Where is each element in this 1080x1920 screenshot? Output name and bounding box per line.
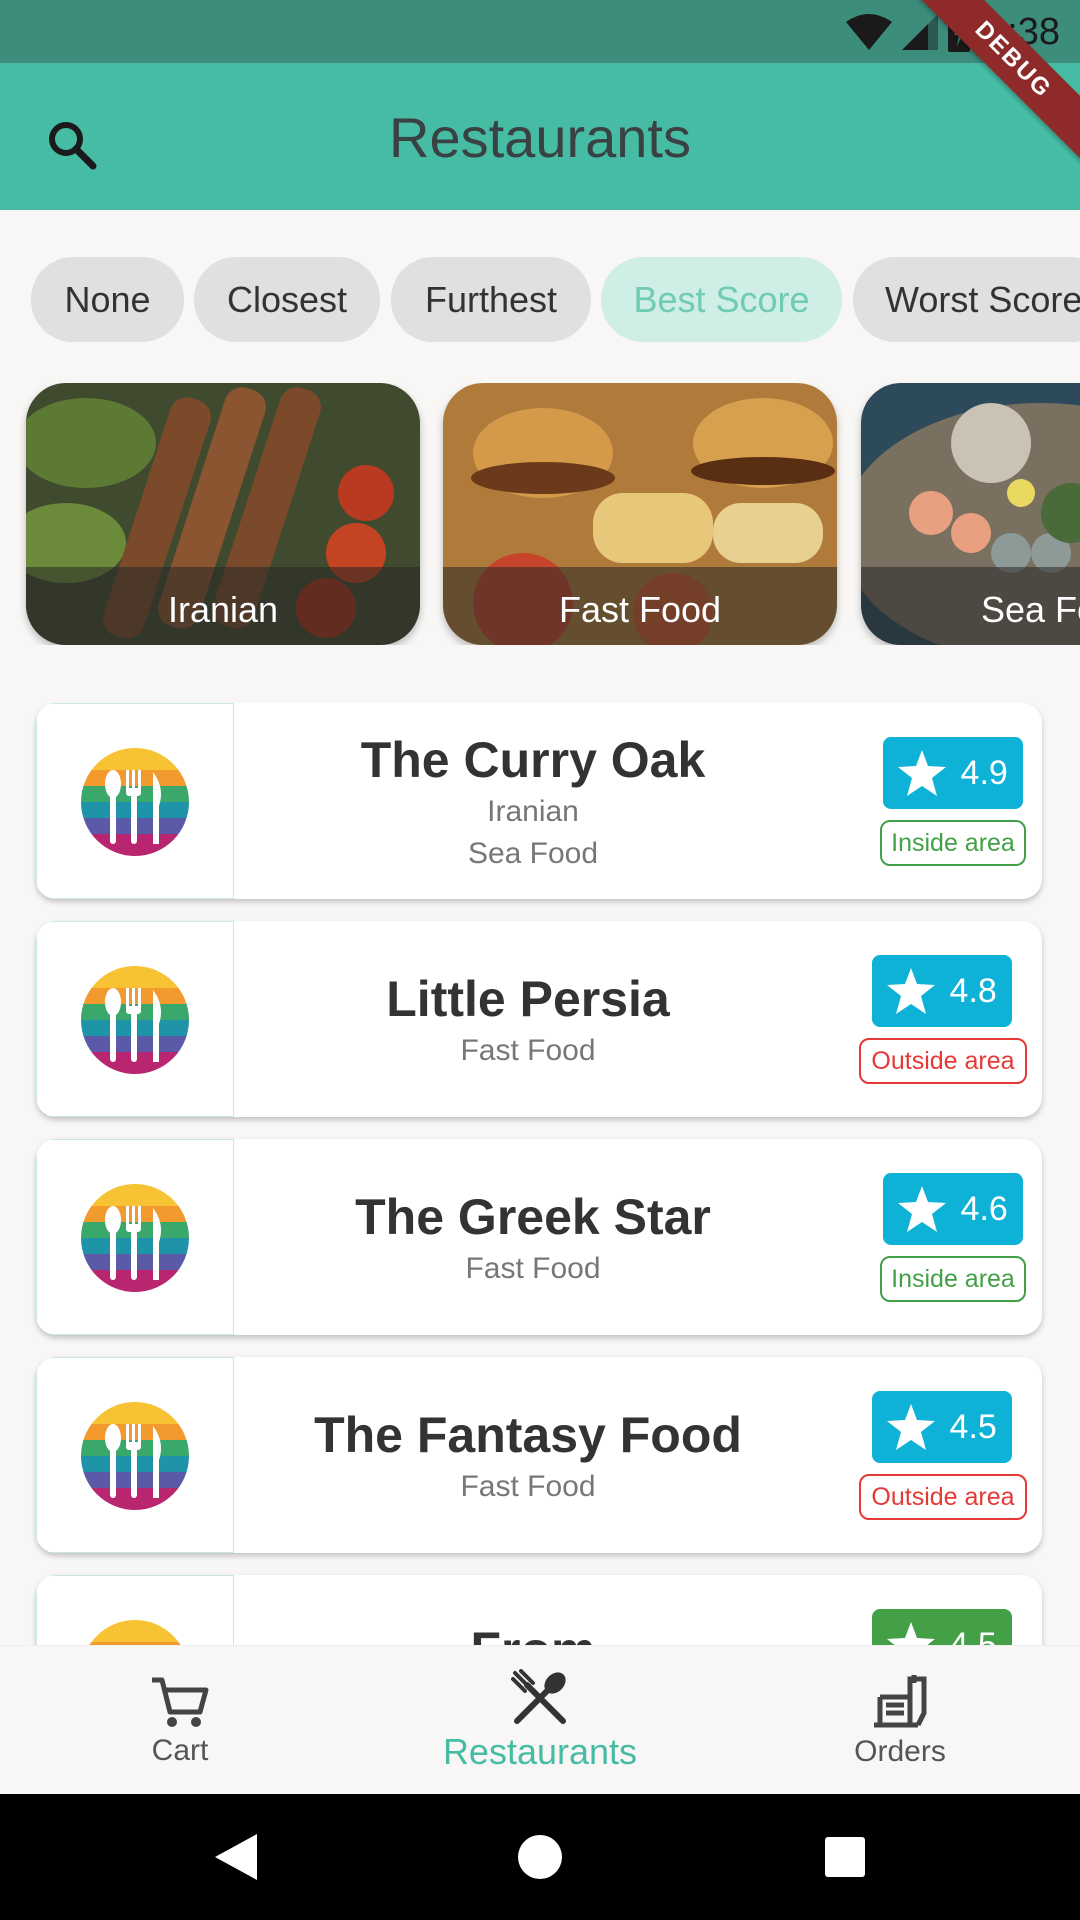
restaurant-category: Iranian bbox=[487, 795, 579, 828]
nav-label: Orders bbox=[854, 1734, 946, 1768]
rating-badge: 4.5 bbox=[872, 1391, 1012, 1463]
area-badge: Outside area bbox=[859, 1038, 1027, 1084]
bottom-navigation: Cart Restaurants Orders bbox=[0, 1645, 1080, 1794]
restaurant-category: Fast Food bbox=[460, 1470, 596, 1503]
nav-item-restaurants[interactable]: Restaurants bbox=[360, 1646, 720, 1795]
restaurant-name: The Curry Oak bbox=[360, 732, 706, 788]
system-navigation-bar bbox=[0, 1794, 1080, 1920]
area-badge: Outside area bbox=[859, 1474, 1027, 1520]
category-card-iranian[interactable]: Iranian bbox=[26, 383, 420, 645]
orders-icon bbox=[874, 1674, 927, 1727]
restaurant-info: Little Persia Fast Food bbox=[234, 921, 822, 1117]
restaurant-thumbnail bbox=[36, 1575, 234, 1645]
cart-icon bbox=[152, 1677, 209, 1727]
category-label: Fast Food bbox=[558, 589, 722, 630]
chip-best-score[interactable]: Best Score bbox=[601, 257, 842, 342]
restaurant-card[interactable]: The Greek Star Fast Food 4.6 Inside area bbox=[36, 1139, 1042, 1335]
star-icon bbox=[887, 968, 936, 1014]
restaurant-name: Little Persia bbox=[386, 971, 670, 1027]
category-carousel: Iranian Fast Food Sea Fo bbox=[0, 383, 1080, 645]
restaurant-logo-icon bbox=[81, 748, 189, 856]
recents-icon bbox=[825, 1837, 865, 1877]
sort-chips: None Closest Furthest Best Score Worst S… bbox=[0, 257, 1080, 342]
restaurant-card[interactable]: The Fantasy Food Fast Food 4.5 Outside a… bbox=[36, 1357, 1042, 1553]
restaurant-thumbnail bbox=[36, 703, 234, 899]
page-title: Restaurants bbox=[389, 106, 691, 169]
signal-icon bbox=[902, 14, 939, 50]
chip-closest[interactable]: Closest bbox=[194, 257, 380, 342]
home-icon bbox=[518, 1835, 562, 1879]
restaurant-name: The Greek Star bbox=[355, 1189, 711, 1245]
wifi-icon bbox=[846, 14, 893, 50]
restaurant-info: The Fantasy Food Fast Food bbox=[234, 1357, 822, 1553]
restaurant-info: The Curry Oak Iranian Sea Food bbox=[234, 703, 832, 899]
restaurant-thumbnail bbox=[36, 921, 234, 1117]
chip-none[interactable]: None bbox=[31, 257, 184, 342]
rating-value: 4.9 bbox=[960, 753, 1008, 792]
back-icon bbox=[215, 1834, 257, 1880]
rating-value: 4.6 bbox=[960, 1189, 1008, 1228]
nav-item-orders[interactable]: Orders bbox=[720, 1646, 1080, 1795]
nav-item-cart[interactable]: Cart bbox=[0, 1646, 360, 1795]
restaurant-card[interactable]: Little Persia Fast Food 4.8 Outside area bbox=[36, 921, 1042, 1117]
rating-value: 4.8 bbox=[949, 971, 997, 1010]
rating-badge: 4.6 bbox=[883, 1173, 1023, 1245]
utensils-icon bbox=[511, 1668, 566, 1724]
restaurant-logo-icon bbox=[81, 966, 189, 1074]
rating-value: 4.5 bbox=[949, 1407, 997, 1446]
star-icon bbox=[887, 1622, 936, 1645]
rating-value: 4.5 bbox=[949, 1625, 997, 1646]
restaurant-thumbnail bbox=[36, 1357, 234, 1553]
nav-label: Cart bbox=[151, 1733, 209, 1767]
restaurant-card[interactable]: From 4.5 bbox=[36, 1575, 1042, 1645]
home-button[interactable] bbox=[510, 1827, 570, 1887]
restaurant-logo-icon bbox=[81, 1402, 189, 1510]
star-icon bbox=[898, 1186, 947, 1232]
chip-furthest[interactable]: Furthest bbox=[391, 257, 591, 342]
restaurant-category: Fast Food bbox=[460, 1034, 596, 1067]
back-button[interactable] bbox=[206, 1827, 266, 1887]
recents-button[interactable] bbox=[815, 1827, 875, 1887]
restaurant-logo-icon bbox=[81, 1620, 189, 1645]
area-badge: Inside area bbox=[880, 1256, 1026, 1302]
area-badge: Inside area bbox=[880, 820, 1026, 866]
rating-badge: 4.8 bbox=[872, 955, 1012, 1027]
category-card-fast-food[interactable]: Fast Food bbox=[443, 383, 837, 645]
rating-badge: 4.5 bbox=[872, 1609, 1012, 1645]
restaurant-info: The Greek Star Fast Food bbox=[234, 1139, 832, 1335]
restaurant-name: From bbox=[471, 1621, 596, 1645]
status-bar: 1:38 bbox=[0, 0, 1080, 63]
category-label: Sea Food bbox=[981, 589, 1080, 630]
nav-label: Restaurants bbox=[442, 1730, 638, 1772]
app-bar: Restaurants bbox=[0, 63, 1080, 210]
restaurant-thumbnail bbox=[36, 1139, 234, 1335]
restaurant-info: From bbox=[234, 1575, 832, 1645]
category-label: Iranian bbox=[167, 589, 279, 630]
chip-worst-score[interactable]: Worst Score bbox=[853, 257, 1080, 342]
star-icon bbox=[898, 750, 947, 796]
restaurant-category: Fast Food bbox=[465, 1252, 601, 1285]
restaurant-category: Sea Food bbox=[467, 837, 599, 870]
restaurant-logo-icon bbox=[81, 1184, 189, 1292]
restaurant-card[interactable]: The Curry Oak Iranian Sea Food 4.9 Insid… bbox=[36, 703, 1042, 899]
restaurant-list[interactable]: The Curry Oak Iranian Sea Food 4.9 Insid… bbox=[0, 703, 1080, 1645]
restaurant-name: The Fantasy Food bbox=[314, 1407, 742, 1463]
rating-badge: 4.9 bbox=[883, 737, 1023, 809]
star-icon bbox=[887, 1404, 936, 1450]
category-card-sea-food[interactable]: Sea Food bbox=[861, 383, 1080, 645]
